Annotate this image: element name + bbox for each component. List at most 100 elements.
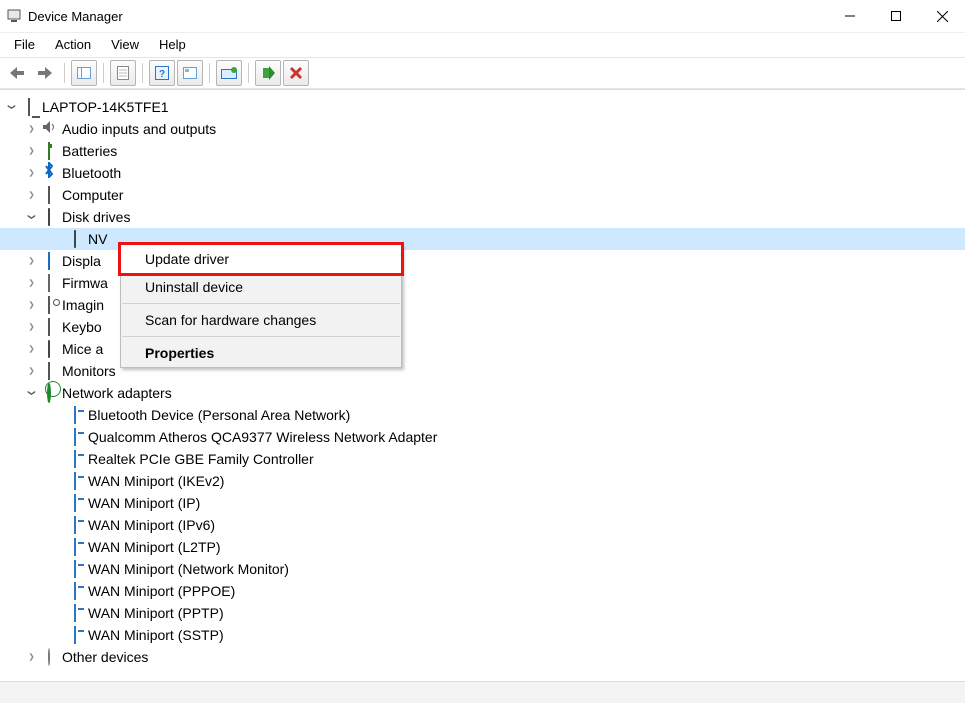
- tree-device[interactable]: WAN Miniport (PPTP): [0, 602, 965, 624]
- toolbar-properties-button[interactable]: [110, 60, 136, 86]
- tree-label: Other devices: [62, 646, 148, 668]
- context-menu-item[interactable]: Uninstall device: [121, 273, 401, 301]
- tree-category-other[interactable]: Other devices: [0, 646, 965, 668]
- expander-icon[interactable]: [24, 272, 40, 294]
- icon-slot: [40, 318, 58, 336]
- toolbar-action-button[interactable]: [177, 60, 203, 86]
- net-adapter-icon: [74, 514, 76, 536]
- status-bar: [0, 681, 965, 703]
- toolbar-help-button[interactable]: ?: [149, 60, 175, 86]
- expander-icon[interactable]: [24, 250, 40, 272]
- icon-slot: [66, 450, 84, 468]
- speaker-icon: [42, 118, 56, 140]
- tree-category-bluetooth[interactable]: Bluetooth: [0, 162, 965, 184]
- menu-view[interactable]: View: [101, 35, 149, 54]
- tree-device[interactable]: WAN Miniport (IKEv2): [0, 470, 965, 492]
- monitor2-icon: [48, 360, 50, 382]
- expander-icon[interactable]: [24, 162, 40, 184]
- tree-label: Audio inputs and outputs: [62, 118, 216, 140]
- icon-slot: [40, 208, 58, 226]
- app-icon: [6, 8, 22, 24]
- icon-slot: [66, 516, 84, 534]
- icon-slot: [40, 384, 58, 402]
- context-menu-item[interactable]: Properties: [121, 339, 401, 367]
- expander-icon[interactable]: [4, 96, 20, 118]
- toolbar-back-button[interactable]: [4, 60, 30, 86]
- expander-icon[interactable]: [24, 316, 40, 338]
- net-adapter-icon: [74, 558, 76, 580]
- expander-icon[interactable]: [24, 360, 40, 382]
- context-menu-item[interactable]: Scan for hardware changes: [121, 306, 401, 334]
- menu-file[interactable]: File: [4, 35, 45, 54]
- icon-slot: [40, 142, 58, 160]
- tree-label: Bluetooth: [62, 162, 121, 184]
- tree-label: Network adapters: [62, 382, 172, 404]
- tree-label: WAN Miniport (PPPOE): [88, 580, 235, 602]
- net-adapter-icon: [74, 470, 76, 492]
- device-tree[interactable]: LAPTOP-14K5TFE1Audio inputs and outputsB…: [0, 90, 965, 681]
- icon-slot: [66, 582, 84, 600]
- expander-icon[interactable]: [24, 646, 40, 668]
- close-button[interactable]: [919, 0, 965, 32]
- toolbar-uninstall-button[interactable]: [283, 60, 309, 86]
- toolbar-enable-button[interactable]: [255, 60, 281, 86]
- maximize-button[interactable]: [873, 0, 919, 32]
- tree-device[interactable]: WAN Miniport (L2TP): [0, 536, 965, 558]
- tree-device[interactable]: Realtek PCIe GBE Family Controller: [0, 448, 965, 470]
- icon-slot: [40, 274, 58, 292]
- expander-icon[interactable]: [24, 118, 40, 140]
- icon-slot: [66, 560, 84, 578]
- disk-icon: [74, 228, 76, 250]
- tree-device[interactable]: WAN Miniport (IPv6): [0, 514, 965, 536]
- net-adapter-icon: [74, 492, 76, 514]
- menu-action[interactable]: Action: [45, 35, 101, 54]
- expander-icon[interactable]: [24, 184, 40, 206]
- icon-slot: [40, 296, 58, 314]
- tree-device[interactable]: WAN Miniport (IP): [0, 492, 965, 514]
- expander-icon[interactable]: [24, 294, 40, 316]
- tree-label: Imagin: [62, 294, 104, 316]
- monitor-icon: [48, 250, 50, 272]
- net-adapter-icon: [74, 624, 76, 646]
- icon-slot: [40, 340, 58, 358]
- tree-device[interactable]: WAN Miniport (SSTP): [0, 624, 965, 646]
- toolbar-update-driver-button[interactable]: [216, 60, 242, 86]
- titlebar: Device Manager: [0, 0, 965, 33]
- minimize-button[interactable]: [827, 0, 873, 32]
- tree-label: Mice a: [62, 338, 103, 360]
- tree-label: Keybo: [62, 316, 102, 338]
- tree-root[interactable]: LAPTOP-14K5TFE1: [0, 96, 965, 118]
- tree-label: Realtek PCIe GBE Family Controller: [88, 448, 314, 470]
- expander-icon[interactable]: [24, 140, 40, 162]
- icon-slot: [66, 230, 84, 248]
- tree-device[interactable]: WAN Miniport (Network Monitor): [0, 558, 965, 580]
- tree-label: WAN Miniport (IPv6): [88, 514, 215, 536]
- tree-label: Qualcomm Atheros QCA9377 Wireless Networ…: [88, 426, 437, 448]
- expander-icon[interactable]: [24, 382, 40, 404]
- root-icon: [28, 96, 30, 118]
- tree-device[interactable]: WAN Miniport (PPPOE): [0, 580, 965, 602]
- toolbar-separator: [64, 63, 65, 83]
- tree-category-batteries[interactable]: Batteries: [0, 140, 965, 162]
- expander-icon[interactable]: [24, 206, 40, 228]
- net-adapter-icon: [74, 602, 76, 624]
- other-icon: [48, 646, 50, 668]
- icon-slot: [40, 186, 58, 204]
- tree-category-computer[interactable]: Computer: [0, 184, 965, 206]
- expander-icon[interactable]: [24, 338, 40, 360]
- tree-category-disk[interactable]: Disk drives: [0, 206, 965, 228]
- tree-label: Disk drives: [62, 206, 130, 228]
- tree-category-audio[interactable]: Audio inputs and outputs: [0, 118, 965, 140]
- network-icon: [47, 382, 51, 404]
- context-menu-item[interactable]: Update driver: [118, 242, 404, 276]
- camera-icon: [48, 294, 50, 316]
- net-adapter-icon: [74, 426, 76, 448]
- toolbar-show-tree-button[interactable]: [71, 60, 97, 86]
- tree-label: WAN Miniport (SSTP): [88, 624, 224, 646]
- firmware-icon: [48, 272, 50, 294]
- toolbar-forward-button[interactable]: [32, 60, 58, 86]
- menu-help[interactable]: Help: [149, 35, 196, 54]
- tree-category-network[interactable]: Network adapters: [0, 382, 965, 404]
- tree-device[interactable]: Qualcomm Atheros QCA9377 Wireless Networ…: [0, 426, 965, 448]
- tree-device[interactable]: Bluetooth Device (Personal Area Network): [0, 404, 965, 426]
